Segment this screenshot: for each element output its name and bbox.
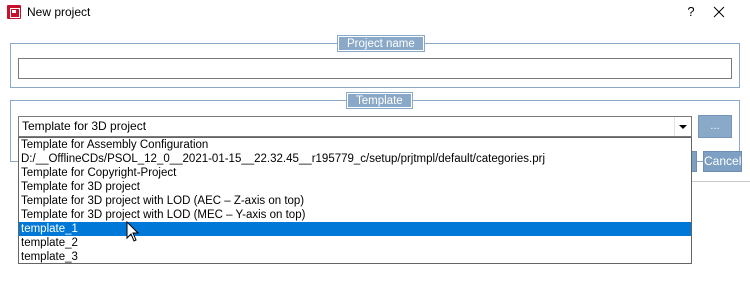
- app-icon: [7, 5, 21, 19]
- template-legend: Template: [346, 92, 413, 109]
- browse-button[interactable]: ...: [698, 115, 732, 138]
- project-name-input[interactable]: [18, 58, 732, 79]
- list-item[interactable]: Template for 3D project: [19, 180, 691, 194]
- list-item[interactable]: Template for 3D project with LOD (AEC – …: [19, 194, 691, 208]
- close-button[interactable]: [709, 2, 729, 22]
- window-title: New project: [27, 5, 91, 19]
- list-item[interactable]: D:/__OfflineCDs/PSOL_12_0__2021-01-15__2…: [19, 152, 691, 166]
- help-button[interactable]: ?: [683, 3, 699, 21]
- list-item-highlighted[interactable]: template_1: [19, 222, 691, 236]
- cancel-button[interactable]: Cancel: [703, 151, 742, 172]
- list-item[interactable]: Template for Copyright-Project: [19, 166, 691, 180]
- close-icon: [713, 6, 725, 18]
- title-bar: New project ?: [0, 0, 750, 26]
- project-name-legend: Project name: [337, 35, 425, 52]
- chevron-down-icon[interactable]: [674, 117, 691, 136]
- list-item[interactable]: template_2: [19, 236, 691, 250]
- template-selected-value: Template for 3D project: [22, 119, 147, 133]
- template-combobox[interactable]: Template for 3D project: [18, 116, 692, 137]
- template-dropdown-list[interactable]: Template for Assembly Configuration D:/_…: [18, 137, 692, 264]
- divider: [692, 181, 750, 182]
- list-item[interactable]: template_3: [19, 250, 691, 264]
- list-item[interactable]: Template for Assembly Configuration: [19, 138, 691, 152]
- list-item[interactable]: Template for 3D project with LOD (MEC – …: [19, 208, 691, 222]
